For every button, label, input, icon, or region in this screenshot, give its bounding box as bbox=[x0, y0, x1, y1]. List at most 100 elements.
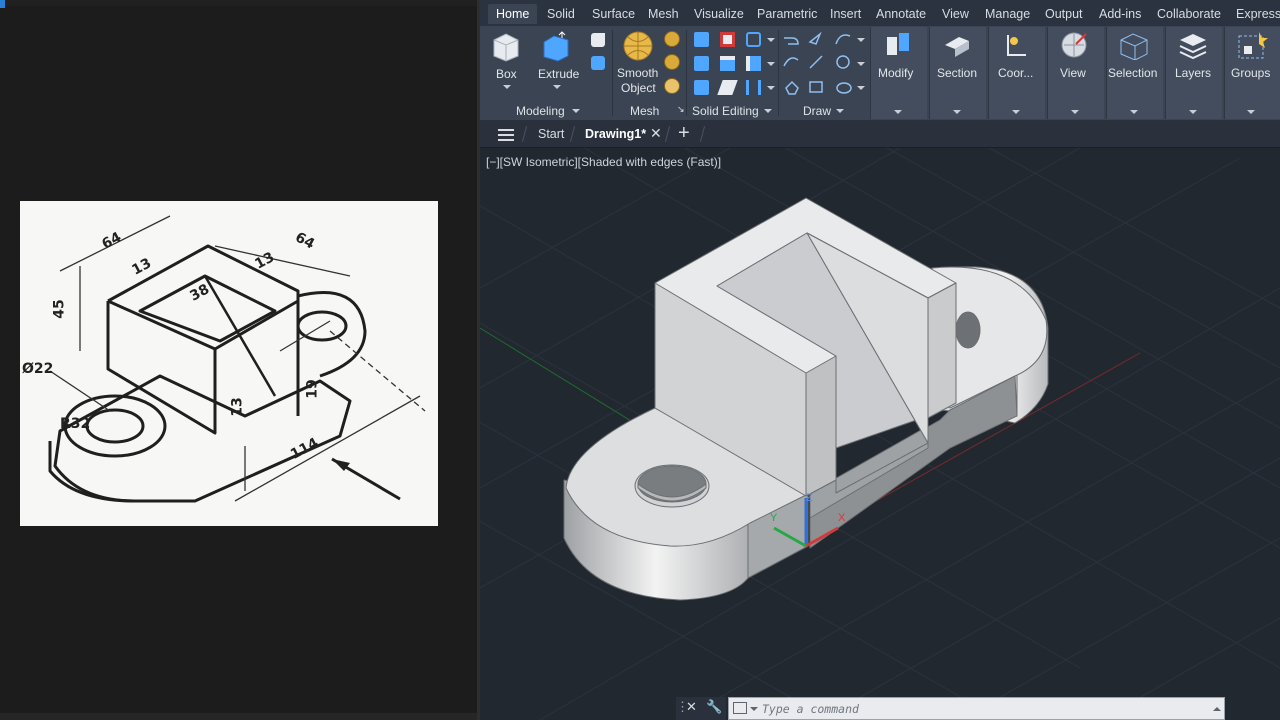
tab-parametric[interactable]: Parametric bbox=[757, 7, 817, 21]
view-icon[interactable] bbox=[1058, 30, 1090, 60]
command-line-handle[interactable]: ⋮ ✕ 🔧 bbox=[676, 697, 726, 720]
tab-view[interactable]: View bbox=[942, 7, 969, 21]
tab-express-tools[interactable]: Express T bbox=[1236, 7, 1280, 21]
tab-start[interactable]: Start bbox=[538, 127, 564, 141]
group-label-mesh[interactable]: Mesh bbox=[630, 104, 659, 118]
thicken-icon[interactable] bbox=[746, 56, 761, 71]
mesh-dialog-launcher-icon[interactable]: ↘ bbox=[677, 104, 685, 115]
group-label-modeling[interactable]: Modeling bbox=[516, 104, 565, 118]
mesh-primitive-icon[interactable] bbox=[664, 31, 680, 47]
customize-wrench-icon[interactable]: 🔧 bbox=[706, 699, 722, 715]
tab-separator bbox=[664, 126, 671, 142]
command-history-dropdown-icon[interactable] bbox=[750, 707, 758, 711]
tab-mesh[interactable]: Mesh bbox=[648, 7, 679, 21]
extract-edges-icon[interactable] bbox=[694, 80, 709, 95]
draw-dropdown-3-icon[interactable] bbox=[857, 86, 865, 90]
draw-dropdown-1-icon[interactable] bbox=[857, 38, 865, 42]
close-tab-icon[interactable]: ✕ bbox=[650, 125, 662, 142]
ucs-z-label: Z bbox=[806, 492, 813, 504]
mesh-smooth-more-icon[interactable] bbox=[664, 54, 680, 70]
new-tab-plus-icon[interactable]: + bbox=[678, 122, 690, 145]
box-button[interactable]: Box bbox=[496, 67, 517, 81]
viewport-background bbox=[480, 148, 1280, 720]
section-button[interactable]: Section bbox=[937, 66, 977, 80]
layers-button[interactable]: Layers bbox=[1175, 66, 1211, 80]
modify-button[interactable]: Modify bbox=[878, 66, 913, 80]
draw-dropdown-2-icon[interactable] bbox=[857, 62, 865, 66]
box-icon[interactable] bbox=[490, 30, 522, 62]
left-accent-mark bbox=[0, 0, 5, 8]
close-command-line-icon[interactable]: ✕ bbox=[686, 699, 697, 715]
tab-insert[interactable]: Insert bbox=[830, 7, 861, 21]
selection-button[interactable]: Selection bbox=[1108, 66, 1157, 80]
left-top-bar bbox=[0, 0, 477, 6]
subtract-icon[interactable] bbox=[720, 32, 735, 47]
slice-icon[interactable] bbox=[720, 56, 735, 71]
section-plane-icon[interactable] bbox=[941, 31, 973, 59]
tab-solid[interactable]: Solid bbox=[547, 7, 575, 21]
extrude-button[interactable]: Extrude bbox=[538, 67, 579, 81]
tab-separator bbox=[699, 126, 706, 142]
3d-viewport[interactable] bbox=[480, 148, 1280, 720]
command-history-icon[interactable] bbox=[733, 702, 747, 714]
box-dropdown-icon[interactable] bbox=[503, 85, 511, 89]
group-label-draw[interactable]: Draw bbox=[803, 104, 831, 118]
coordinates-dropdown-icon[interactable] bbox=[1012, 110, 1020, 114]
tab-annotate[interactable]: Annotate bbox=[876, 7, 926, 21]
command-input[interactable]: Type a command bbox=[762, 702, 859, 716]
reference-sketch: 64 64 13 13 38 45 Ø22 R32 13 19 114 bbox=[20, 201, 438, 526]
dim-label-45: 45 bbox=[51, 299, 68, 319]
solid-edit-dropdown-1-icon[interactable] bbox=[767, 38, 775, 42]
tab-visualize[interactable]: Visualize bbox=[694, 7, 744, 21]
dim-label-r32: R32 bbox=[60, 416, 91, 432]
coordinates-icon[interactable] bbox=[1000, 31, 1032, 59]
selection-dropdown-icon[interactable] bbox=[1130, 110, 1138, 114]
viewport-controls-label[interactable]: [−][SW Isometric][Shaded with edges (Fas… bbox=[486, 155, 721, 169]
modify-dropdown-icon[interactable] bbox=[894, 110, 902, 114]
ribbon-separator bbox=[686, 30, 687, 116]
view-dropdown-icon[interactable] bbox=[1071, 110, 1079, 114]
tab-manage[interactable]: Manage bbox=[985, 7, 1030, 21]
interfere-icon[interactable] bbox=[694, 56, 709, 71]
application-menu-icon[interactable] bbox=[497, 128, 515, 142]
intersect-icon[interactable] bbox=[746, 32, 761, 47]
extrude-dropdown-icon[interactable] bbox=[553, 85, 561, 89]
tab-surface[interactable]: Surface bbox=[592, 7, 635, 21]
mesh-smooth-less-icon[interactable] bbox=[664, 78, 680, 94]
groups-icon[interactable] bbox=[1235, 30, 1269, 60]
draw-group-dropdown-icon[interactable] bbox=[836, 109, 844, 113]
smooth-object-icon[interactable] bbox=[621, 30, 655, 62]
groups-button[interactable]: Groups bbox=[1231, 66, 1270, 80]
smooth-object-button-line1[interactable]: Smooth bbox=[617, 66, 658, 80]
ucs-x-label: X bbox=[838, 512, 846, 524]
ribbon-separator bbox=[612, 30, 613, 116]
ribbon-tab-bar: Home Solid Surface Mesh Visualize Parame… bbox=[480, 0, 1280, 26]
layers-dropdown-icon[interactable] bbox=[1189, 110, 1197, 114]
command-expand-icon[interactable] bbox=[1213, 707, 1221, 711]
tab-add-ins[interactable]: Add-ins bbox=[1099, 7, 1141, 21]
modeling-group-dropdown-icon[interactable] bbox=[572, 109, 580, 113]
modify-icon[interactable] bbox=[883, 31, 915, 59]
file-tab-bar: Start Drawing1* ✕ + bbox=[480, 120, 1280, 148]
union-icon[interactable] bbox=[694, 32, 709, 47]
presspull-icon[interactable] bbox=[591, 56, 605, 70]
coordinates-button[interactable]: Coor... bbox=[998, 66, 1033, 80]
layers-icon[interactable] bbox=[1176, 30, 1210, 60]
solid-editing-group-dropdown-icon[interactable] bbox=[764, 109, 772, 113]
section-dropdown-icon[interactable] bbox=[953, 110, 961, 114]
view-button[interactable]: View bbox=[1060, 66, 1086, 80]
smooth-object-button-line2[interactable]: Object bbox=[621, 81, 656, 95]
tab-output[interactable]: Output bbox=[1045, 7, 1083, 21]
selection-icon[interactable] bbox=[1117, 30, 1151, 60]
extrude-icon[interactable] bbox=[540, 30, 572, 62]
ribbon-separator bbox=[778, 30, 779, 116]
solid-edit-dropdown-3-icon[interactable] bbox=[767, 86, 775, 90]
separate-icon[interactable] bbox=[746, 80, 761, 95]
tab-collaborate[interactable]: Collaborate bbox=[1157, 7, 1221, 21]
tab-drawing1[interactable]: Drawing1* bbox=[585, 127, 646, 141]
group-label-solid-editing[interactable]: Solid Editing bbox=[692, 104, 759, 118]
solid-edit-dropdown-2-icon[interactable] bbox=[767, 62, 775, 66]
polysolid-icon[interactable] bbox=[591, 33, 605, 47]
groups-dropdown-icon[interactable] bbox=[1247, 110, 1255, 114]
tab-home[interactable]: Home bbox=[488, 4, 538, 24]
